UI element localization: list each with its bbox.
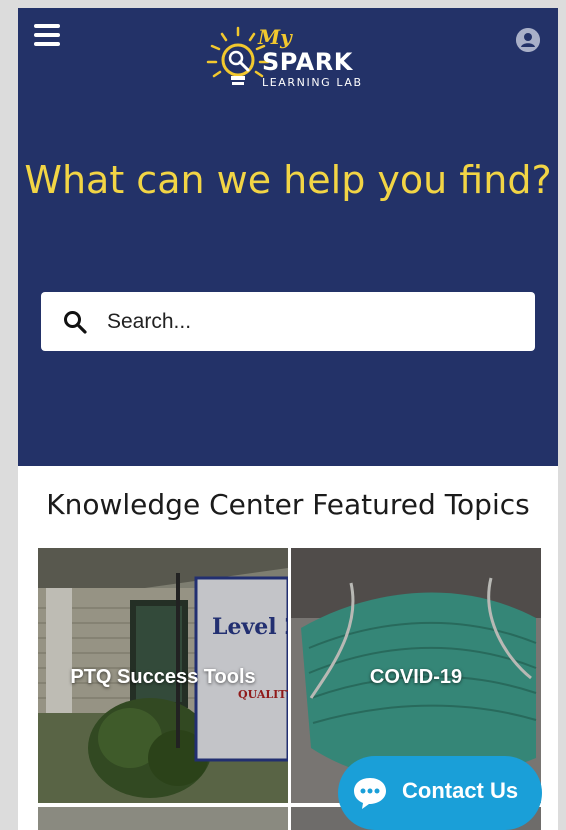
search-icon[interactable]: [63, 310, 87, 334]
logo-lab-text: LEARNING LAB: [262, 76, 363, 89]
app-frame: My SPARK LEARNING LAB What can we help y…: [18, 8, 558, 830]
contact-us-label: Contact Us: [402, 778, 519, 803]
contact-us-button[interactable]: Contact Us: [338, 756, 542, 830]
topic-tile-ptq-success-tools[interactable]: Level 2 QUALITY PTQ Success Tools: [38, 548, 288, 803]
hero-section: My SPARK LEARNING LAB What can we help y…: [18, 8, 558, 466]
topic-tile-label: COVID-19: [369, 666, 463, 688]
topic-tile-partial[interactable]: [38, 807, 288, 830]
hamburger-menu-icon[interactable]: [34, 24, 62, 48]
search-box[interactable]: [41, 292, 535, 351]
logo-my-text: My: [258, 25, 292, 49]
topic-tile-label: PTQ Success Tools: [70, 666, 256, 688]
logo-spark-text: SPARK: [262, 48, 353, 76]
featured-topics-title: Knowledge Center Featured Topics: [46, 488, 530, 521]
search-input[interactable]: [107, 292, 517, 351]
user-avatar-icon[interactable]: [516, 28, 540, 52]
hero-headline: What can we help you find?: [24, 158, 552, 202]
chat-bubble-icon: [354, 778, 386, 809]
